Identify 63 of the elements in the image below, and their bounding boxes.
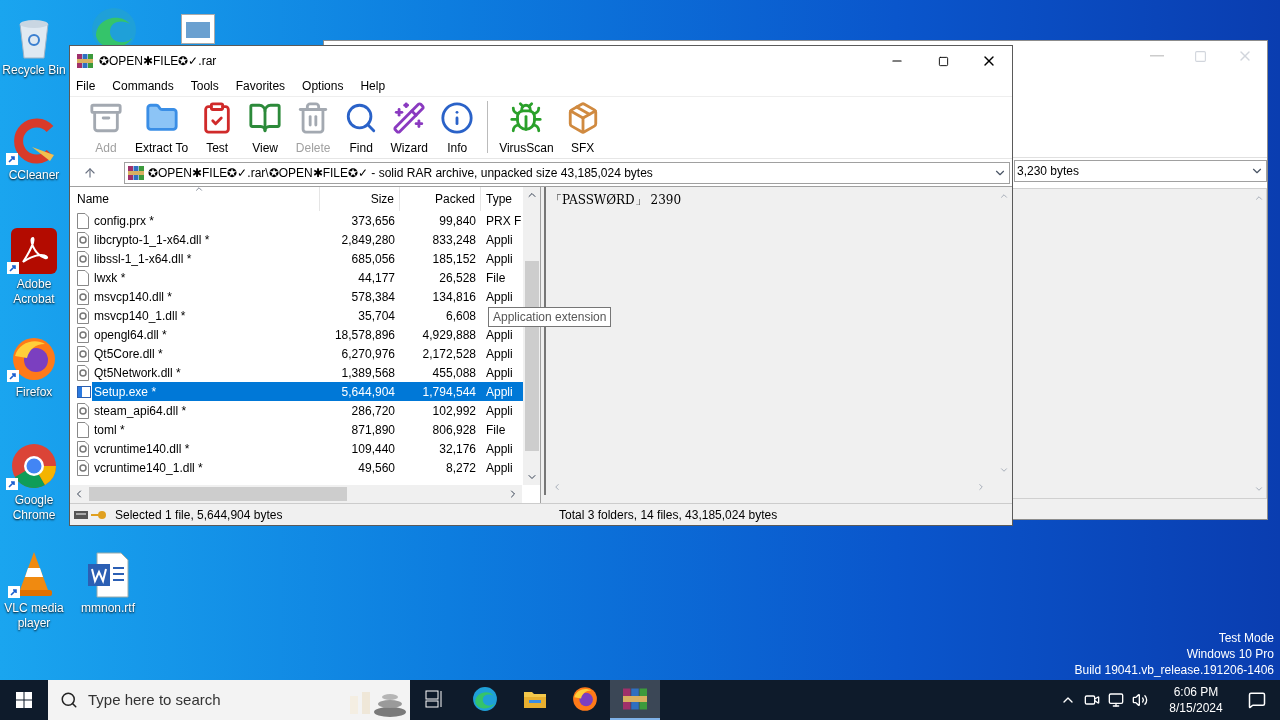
file-type: Appli xyxy=(485,326,514,344)
file-size: 578,384 xyxy=(350,288,396,306)
file-size: 1,389,568 xyxy=(340,364,396,382)
file-name: toml * xyxy=(93,421,126,439)
file-name: vcruntime140.dll * xyxy=(93,440,191,458)
os-info-text: Test Mode xyxy=(1218,630,1274,646)
file-type: Appli xyxy=(485,459,514,477)
file-type: File xyxy=(485,421,507,439)
packed-size: 833,248 xyxy=(431,231,477,249)
file-name: Setup.exe * xyxy=(93,383,158,401)
file-size: 286,720 xyxy=(350,402,396,420)
file-size: 35,704 xyxy=(357,307,396,325)
packed-size: 185,152 xyxy=(431,250,477,268)
file-size: 2,849,280 xyxy=(340,231,396,249)
packed-size: 134,816 xyxy=(431,288,477,306)
comment-text: 「PASSWØRD」 2390 xyxy=(550,192,682,209)
file-type: Appli xyxy=(485,440,514,458)
file-type: PRX F xyxy=(485,212,521,230)
window-title: ✪OPEN✱FILE✪✓.rar xyxy=(99,53,217,70)
file-size: 49,560 xyxy=(357,459,396,477)
os-info-text: Build 19041.vb_release.191206-1406 xyxy=(1074,662,1274,678)
packed-size: 102,992 xyxy=(431,402,477,420)
file-type: Appli xyxy=(485,345,514,363)
file-name: Qt5Core.dll * xyxy=(93,345,164,363)
packed-size: 806,928 xyxy=(431,421,477,439)
file-type: Appli xyxy=(485,288,514,306)
file-size: 871,890 xyxy=(350,421,396,439)
file-size: 685,056 xyxy=(350,250,396,268)
file-type: Appli xyxy=(485,231,514,249)
packed-size: 99,840 xyxy=(438,212,477,230)
file-type: Appli xyxy=(485,250,514,268)
file-name: msvcp140.dll * xyxy=(93,288,174,306)
file-size: 44,177 xyxy=(357,269,396,287)
file-type: Appli xyxy=(485,402,514,420)
file-name: msvcp140_1.dll * xyxy=(93,307,187,325)
file-name: config.prx * xyxy=(93,212,156,230)
packed-size: 4,929,888 xyxy=(421,326,477,344)
file-type: Appli xyxy=(485,383,514,401)
file-name: libssl-1_1-x64.dll * xyxy=(93,250,193,268)
packed-size: 26,528 xyxy=(438,269,477,287)
packed-size: 2,172,528 xyxy=(421,345,477,363)
file-name: steam_api64.dll * xyxy=(93,402,188,420)
packed-size: 1,794,544 xyxy=(421,383,477,401)
packed-size: 6,608 xyxy=(444,307,477,325)
file-size: 373,656 xyxy=(350,212,396,230)
file-name: vcruntime140_1.dll * xyxy=(93,459,204,477)
file-type: Appli xyxy=(485,364,514,382)
packed-size: 8,272 xyxy=(444,459,477,477)
status-text: Total 3 folders, 14 files, 43,185,024 bytes xyxy=(559,506,778,524)
packed-size: 455,088 xyxy=(431,364,477,382)
tooltip: Application extension xyxy=(488,307,612,327)
file-name: Qt5Network.dll * xyxy=(93,364,182,382)
os-info-text: Windows 10 Pro xyxy=(1186,646,1274,662)
file-name: libcrypto-1_1-x64.dll * xyxy=(93,231,211,249)
file-name: opengl64.dll * xyxy=(93,326,168,344)
status-text: Selected 1 file, 5,644,904 bytes xyxy=(115,506,284,524)
file-size: 18,578,896 xyxy=(333,326,396,344)
file-name: lwxk * xyxy=(93,269,127,287)
file-size: 6,270,976 xyxy=(340,345,396,363)
file-type: File xyxy=(485,269,507,287)
file-size: 5,644,904 xyxy=(340,383,396,401)
file-size: 109,440 xyxy=(350,440,396,458)
packed-size: 32,176 xyxy=(438,440,477,458)
